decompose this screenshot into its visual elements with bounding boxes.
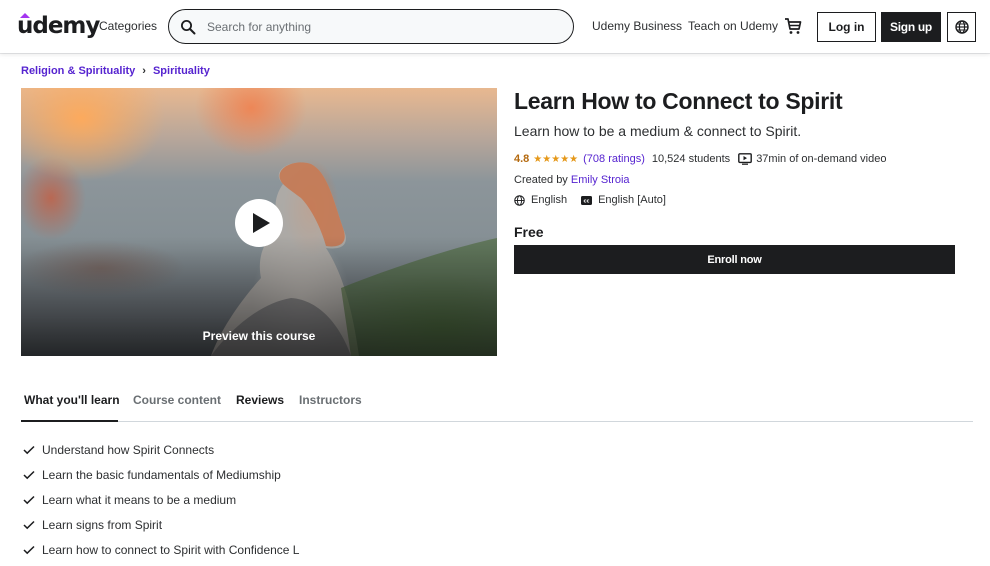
categories-link[interactable]: Categories [99, 19, 157, 33]
breadcrumb-spirituality[interactable]: Spirituality [153, 65, 210, 77]
tab-what-youll-learn[interactable]: What you'll learn [24, 393, 120, 407]
created-by-label: Created by [514, 174, 568, 186]
closed-captions-icon: cc [581, 195, 593, 205]
check-icon [23, 445, 35, 454]
search-input[interactable] [207, 10, 557, 43]
tab-instructors[interactable]: Instructors [299, 393, 362, 407]
breadcrumb-religion-spirituality[interactable]: Religion & Spirituality [21, 65, 135, 77]
learn-item: Understand how Spirit Connects [23, 437, 299, 462]
play-icon [253, 213, 270, 233]
learn-item-text: Learn the basic fundamentals of Mediumsh… [42, 467, 281, 482]
search-icon[interactable] [180, 19, 196, 35]
learn-item-text: Learn signs from Spirit [42, 517, 163, 532]
video-length: 37min of on-demand video [756, 153, 887, 165]
check-icon [23, 470, 35, 479]
active-tab-indicator [21, 420, 118, 422]
svg-text:cc: cc [584, 198, 590, 204]
udemy-business-link[interactable]: Udemy Business [592, 19, 682, 33]
course-stats: 4.8 ★★★★★ (708 ratings) 10,524 students … [514, 153, 886, 165]
tab-course-content[interactable]: Course content [133, 393, 221, 407]
globe-icon [954, 20, 969, 34]
learn-item: Learn the basic fundamentals of Mediumsh… [23, 462, 299, 487]
learn-item: Learn what it means to be a medium [23, 487, 299, 512]
course-preview-video[interactable]: Preview this course [21, 88, 497, 356]
students-count: 10,524 students [651, 153, 731, 165]
signup-label: Sign up [890, 20, 932, 34]
created-by: Created by Emily Stroia [514, 174, 630, 186]
login-button[interactable]: Log in [817, 12, 876, 42]
teach-on-udemy-link[interactable]: Teach on Udemy [688, 19, 778, 33]
check-icon [23, 520, 35, 529]
course-price: Free [514, 224, 544, 240]
login-label: Log in [828, 20, 865, 34]
breadcrumb: Religion & Spirituality › Spirituality [21, 65, 210, 77]
captions-language: English [Auto] [598, 194, 666, 206]
language-button[interactable] [947, 12, 976, 42]
udemy-logo[interactable]: udemy [17, 12, 100, 40]
course-languages: English cc English [Auto] [514, 194, 666, 206]
check-icon [23, 495, 35, 504]
globe-icon [514, 194, 525, 206]
instructor-link[interactable]: Emily Stroia [571, 174, 630, 186]
check-icon [23, 545, 35, 554]
learn-item-text: Understand how Spirit Connects [42, 442, 215, 457]
cart-icon[interactable] [784, 17, 802, 35]
course-subtitle: Learn how to be a medium & connect to Sp… [514, 123, 802, 139]
play-button[interactable] [235, 199, 283, 247]
video-icon [738, 153, 753, 165]
enroll-label: Enroll now [707, 253, 762, 266]
learn-list: Understand how Spirit Connects Learn the… [23, 437, 299, 562]
signup-button[interactable]: Sign up [881, 12, 941, 42]
learn-item-text: Learn what it means to be a medium [42, 492, 237, 507]
learn-item-text: Learn how to connect to Spirit with Conf… [42, 542, 300, 557]
preview-label[interactable]: Preview this course [21, 329, 497, 343]
learn-item: Learn how to connect to Spirit with Conf… [23, 537, 299, 562]
rating-value: 4.8 [514, 153, 530, 165]
tab-reviews[interactable]: Reviews [236, 393, 284, 407]
top-header: udemy Categories Udemy Business Teach on… [0, 0, 990, 53]
course-tabs: What you'll learn Course content Reviews… [21, 385, 973, 422]
star-rating-icon: ★★★★★ [533, 153, 579, 165]
chevron-right-icon: › [142, 65, 146, 77]
logo-hat-icon [20, 13, 30, 18]
learn-item: Learn signs from Spirit [23, 512, 299, 537]
ratings-count-link[interactable]: (708 ratings) [583, 153, 645, 165]
course-language: English [531, 194, 568, 206]
enroll-now-button[interactable]: Enroll now [514, 245, 955, 274]
search-bar[interactable] [168, 9, 574, 44]
course-title: Learn How to Connect to Spirit [514, 88, 843, 114]
